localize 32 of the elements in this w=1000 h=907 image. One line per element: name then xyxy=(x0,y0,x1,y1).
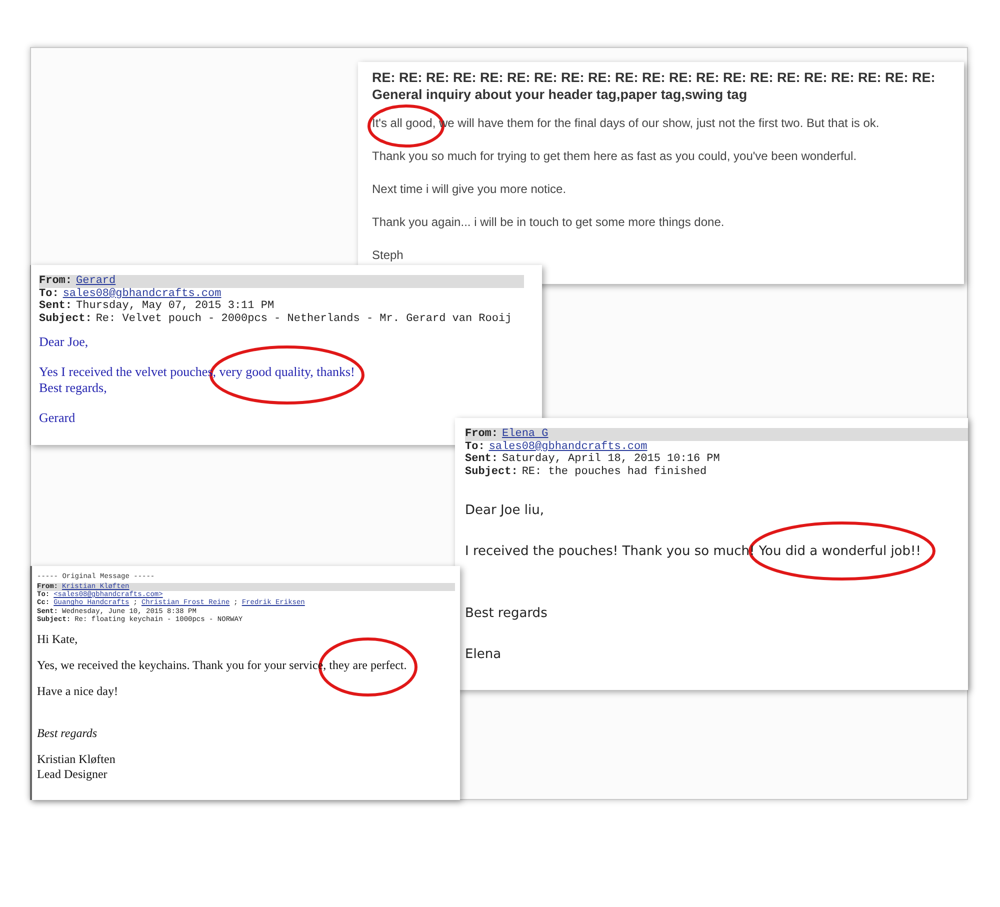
message-text: Lead Designer xyxy=(37,767,108,782)
header-label: To: xyxy=(39,288,59,300)
message-text: Kristian Kløften xyxy=(37,752,116,768)
header-label: Subject: xyxy=(465,466,518,479)
message-text: Gerard xyxy=(39,410,76,426)
email-link[interactable]: sales08@gbhandcrafts.com xyxy=(62,288,222,300)
header-label: To: xyxy=(465,440,485,454)
message-text: Best regards, xyxy=(39,380,107,396)
message-text: Next time i will give you more notice. xyxy=(372,180,566,198)
header-value: Re: Velvet pouch - 2000pcs - Netherlands - Mr. Gerard van Rooij xyxy=(96,312,512,326)
message-text: Thank you so much for trying to get them here as fast as you could, you've been wonderful. xyxy=(372,148,857,165)
header-label: From: xyxy=(465,428,498,441)
message-text: Best regards xyxy=(37,726,98,742)
email-link[interactable]: Elena G xyxy=(502,428,548,441)
message-text: Elena xyxy=(465,646,502,664)
message-text: Dear Joe, xyxy=(39,334,88,350)
message-text: Have a nice day! xyxy=(37,684,118,700)
header-label: Sent: xyxy=(39,300,72,313)
header-value: Saturday, April 18, 2015 10:16 PM xyxy=(502,453,720,466)
message-text: Hi Kate, xyxy=(37,632,78,648)
email-link[interactable]: sales08@gbhandcrafts.com xyxy=(488,440,648,454)
email-subject: RE: RE: RE: RE: RE: RE: RE: RE: RE: RE: RE: RE: RE: RE: RE: RE: RE: RE: RE: RE: RE: General inquiry about your header tag,paper tag,swing tag xyxy=(372,70,936,104)
message-text: Dear Joe liu, xyxy=(465,502,544,520)
message-text: Best regards xyxy=(465,604,548,623)
email-link[interactable]: Gerard xyxy=(76,275,116,288)
message-text: Thank you again... i will be in touch to get some more things done. xyxy=(372,214,724,231)
header-value: RE: the pouches had finished xyxy=(522,466,707,479)
header-value: Thursday, May 07, 2015 3:11 PM xyxy=(76,300,274,313)
message-text: Steph xyxy=(372,246,404,264)
header-label: Subject: xyxy=(39,312,92,326)
header-label: From: xyxy=(39,275,72,288)
header-label: Sent: xyxy=(465,453,498,466)
